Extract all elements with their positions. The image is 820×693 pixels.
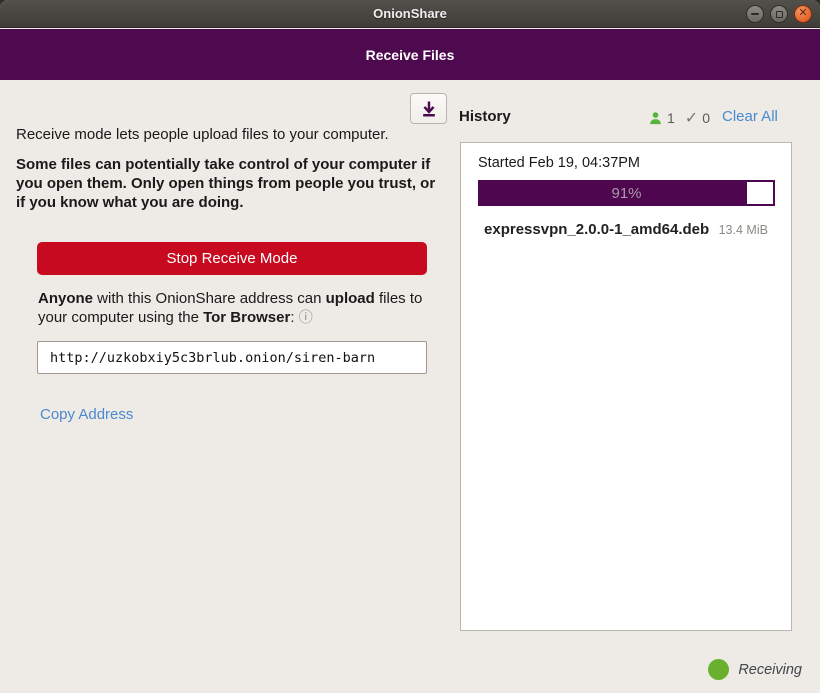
check-icon: ✓ [685, 108, 698, 128]
upload-progress-bar: 91% [478, 180, 775, 206]
address-instructions-text: with this OnionShare address can [93, 290, 326, 307]
status-label: Receiving [738, 662, 802, 678]
progress-percent-label: 91% [480, 182, 773, 204]
maximize-icon [776, 11, 783, 18]
info-icon[interactable]: ⓘ [299, 309, 313, 325]
mode-header: Receive Files [0, 29, 820, 80]
copy-address-link[interactable]: Copy Address [40, 406, 133, 423]
mode-title: Receive Files [366, 47, 455, 63]
history-counters: 1 ✓ 0 [648, 108, 710, 128]
download-icon [419, 99, 439, 119]
close-icon: ✕ [798, 8, 807, 19]
onionshare-window: OnionShare ✕ Receive Files Receive mode … [0, 0, 820, 693]
address-instructions-bold-tor: Tor Browser [203, 309, 290, 326]
address-instructions-bold-upload: upload [326, 290, 375, 307]
address-instructions: Anyone with this OnionShare address can … [38, 290, 438, 327]
clear-all-link[interactable]: Clear All [722, 108, 778, 125]
receive-mode-description: Receive mode lets people upload files to… [16, 126, 446, 143]
history-panel: Started Feb 19, 04:37PM 91% expressvpn_2… [460, 142, 792, 631]
receive-mode-toggle-button[interactable] [410, 93, 447, 124]
history-heading: History [459, 108, 511, 125]
upload-filesize: 13.4 MiB [719, 223, 768, 237]
address-instructions-text: : [290, 309, 298, 326]
titlebar[interactable]: OnionShare ✕ [0, 0, 820, 28]
history-item: Started Feb 19, 04:37PM 91% expressvpn_2… [461, 143, 791, 239]
window-title: OnionShare [373, 6, 447, 21]
server-status: Receiving [708, 659, 802, 680]
address-instructions-bold-anyone: Anyone [38, 290, 93, 307]
close-button[interactable]: ✕ [794, 5, 812, 23]
window-controls: ✕ [746, 5, 812, 23]
stop-receive-mode-button[interactable]: Stop Receive Mode [37, 242, 427, 275]
maximize-button[interactable] [770, 5, 788, 23]
upload-filename: expressvpn_2.0.0-1_amd64.deb [484, 221, 709, 238]
in-progress-count: 1 [667, 110, 675, 126]
upload-started-timestamp: Started Feb 19, 04:37PM [478, 155, 774, 171]
status-dot-icon [708, 659, 729, 680]
security-warning-text: Some files can potentially take control … [16, 155, 444, 212]
onion-address-input[interactable] [37, 341, 427, 374]
upload-file-row: expressvpn_2.0.0-1_amd64.deb 13.4 MiB [478, 221, 774, 239]
person-icon [648, 111, 663, 126]
completed-count: 0 [702, 110, 710, 126]
minimize-button[interactable] [746, 5, 764, 23]
minimize-icon [751, 13, 759, 15]
